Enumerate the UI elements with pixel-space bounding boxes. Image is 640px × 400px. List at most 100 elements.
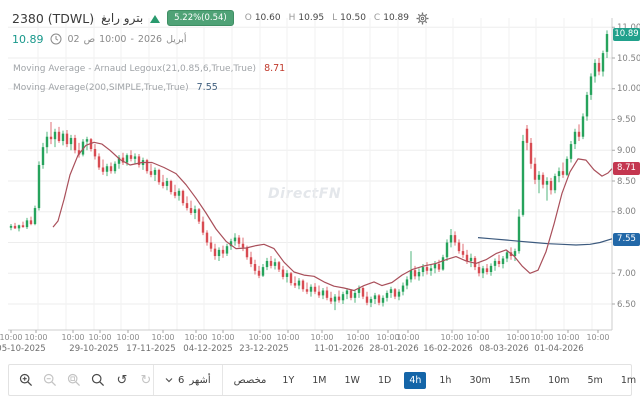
interval-1y[interactable]: 1Y bbox=[277, 372, 299, 389]
candle bbox=[542, 175, 544, 185]
candle bbox=[190, 208, 192, 213]
candle bbox=[386, 293, 388, 298]
candle bbox=[318, 292, 320, 296]
candle bbox=[186, 203, 188, 208]
interval-1m[interactable]: 1m bbox=[616, 372, 640, 389]
candle bbox=[278, 262, 280, 269]
candle bbox=[242, 244, 244, 248]
candle bbox=[94, 149, 96, 156]
candle bbox=[506, 252, 508, 258]
trading-chart-app: 2380 (TDWL) بترو رابغ 5.22%(0.54) O10.60… bbox=[0, 0, 640, 400]
candle bbox=[266, 261, 268, 267]
candle bbox=[126, 155, 128, 162]
candle bbox=[150, 171, 152, 175]
range-value-number: 6 bbox=[178, 375, 184, 386]
candle bbox=[398, 292, 400, 297]
close-label: C bbox=[374, 13, 380, 23]
candle bbox=[250, 257, 252, 264]
interval-1h[interactable]: 1h bbox=[434, 372, 456, 389]
datetime-day: 02 bbox=[68, 34, 80, 45]
candle bbox=[130, 155, 132, 159]
candle bbox=[470, 258, 472, 261]
candle bbox=[70, 138, 72, 144]
candle bbox=[498, 261, 500, 264]
candle bbox=[354, 293, 356, 298]
indicator-alma: Moving Average - Arnaud Legoux(21,0.85,6… bbox=[13, 63, 285, 74]
redo-icon[interactable]: ↻ bbox=[139, 373, 153, 387]
open-label: O bbox=[245, 13, 252, 23]
close-value: 10.89 bbox=[383, 13, 409, 23]
candle bbox=[162, 182, 164, 186]
high-label: H bbox=[289, 13, 296, 23]
candle bbox=[310, 287, 312, 292]
candle bbox=[598, 63, 600, 72]
candle bbox=[554, 176, 556, 190]
candle bbox=[178, 191, 180, 196]
candle bbox=[170, 181, 172, 192]
candle bbox=[134, 156, 136, 158]
candle bbox=[86, 139, 88, 141]
chart-header: 2380 (TDWL) بترو رابغ 5.22%(0.54) O10.60… bbox=[12, 8, 430, 28]
candle bbox=[566, 159, 568, 175]
candle bbox=[174, 192, 176, 196]
indicator-ma200-label: Moving Average(200,SIMPLE,True,True) bbox=[13, 83, 189, 93]
candle bbox=[210, 243, 212, 249]
candle bbox=[18, 225, 20, 228]
candle bbox=[306, 289, 308, 291]
interval-15m[interactable]: 15m bbox=[504, 372, 535, 389]
interval-5m[interactable]: 5m bbox=[583, 372, 608, 389]
interval-1w[interactable]: 1W bbox=[340, 372, 365, 389]
undo-icon[interactable]: ↺ bbox=[115, 373, 129, 387]
gear-icon[interactable] bbox=[416, 11, 430, 25]
interval-1mo[interactable]: 1M bbox=[307, 372, 331, 389]
zoom-reset-icon[interactable] bbox=[91, 373, 105, 387]
candle bbox=[182, 191, 184, 203]
price-chart[interactable] bbox=[0, 0, 640, 362]
candle bbox=[578, 132, 580, 137]
candle bbox=[154, 170, 156, 175]
candle bbox=[42, 147, 44, 165]
range-value-word: أشهر bbox=[189, 375, 210, 386]
candle bbox=[550, 181, 552, 190]
interval-1d[interactable]: 1D bbox=[373, 372, 396, 389]
chevron-down-icon bbox=[165, 377, 173, 383]
open-value: 10.60 bbox=[255, 13, 281, 23]
candle bbox=[342, 294, 344, 300]
candle bbox=[202, 222, 204, 233]
candle bbox=[374, 295, 376, 299]
interval-10m[interactable]: 10m bbox=[543, 372, 574, 389]
indicator-alma-value: 8.71 bbox=[264, 63, 285, 74]
interval-30m[interactable]: 30m bbox=[464, 372, 495, 389]
low-value: 10.50 bbox=[340, 13, 366, 23]
candle bbox=[378, 295, 380, 302]
candle bbox=[370, 299, 372, 303]
candle bbox=[530, 143, 532, 164]
candle bbox=[522, 141, 524, 215]
indicator-ma200-value: 7.55 bbox=[197, 82, 218, 93]
datetime-meridiem: ص bbox=[84, 34, 96, 45]
candle bbox=[290, 273, 292, 283]
candle bbox=[98, 156, 100, 167]
candle bbox=[114, 164, 116, 171]
zoom-in-icon[interactable] bbox=[19, 373, 33, 387]
range-dropdown[interactable]: 6 أشهر bbox=[153, 365, 223, 395]
candle bbox=[238, 238, 240, 244]
zoom-out-icon[interactable] bbox=[43, 373, 57, 387]
custom-range-button[interactable]: مخصص bbox=[231, 375, 270, 386]
candle bbox=[582, 116, 584, 136]
candle bbox=[38, 165, 40, 208]
candle bbox=[438, 264, 440, 270]
candle bbox=[30, 220, 32, 224]
interval-tools: 6 أشهر مخصص 1Y 1M 1W 1D 4h 1h 30m 15m 10… bbox=[153, 365, 640, 395]
candle bbox=[218, 250, 220, 256]
candle bbox=[46, 137, 48, 147]
interval-4h[interactable]: 4h bbox=[404, 372, 426, 389]
datetime-dash: - bbox=[130, 34, 133, 45]
candle bbox=[338, 297, 340, 301]
clock-icon bbox=[49, 32, 63, 46]
candle bbox=[62, 134, 64, 141]
candle bbox=[58, 132, 60, 141]
candle bbox=[602, 53, 604, 71]
candle bbox=[450, 235, 452, 242]
box-zoom-icon[interactable] bbox=[67, 373, 81, 387]
